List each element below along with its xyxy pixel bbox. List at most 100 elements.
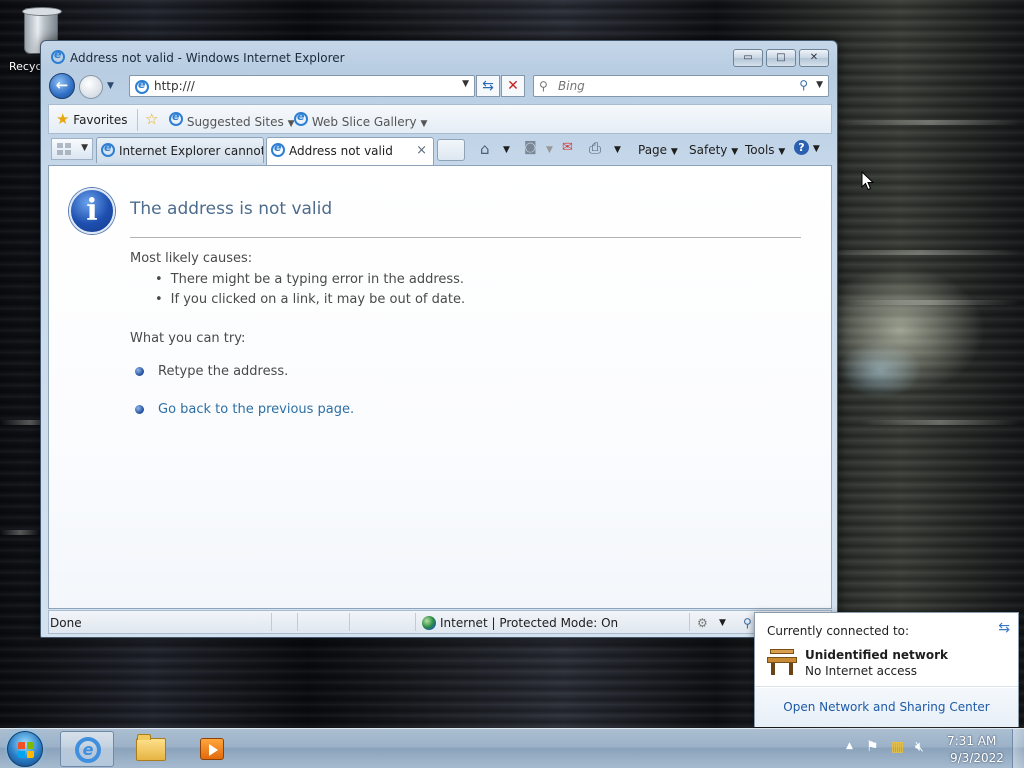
windows-logo-icon <box>18 742 34 758</box>
close-button[interactable]: ✕ <box>799 49 829 67</box>
chevron-down-icon: ▼ <box>81 143 88 153</box>
chevron-down-icon: ▼ <box>731 147 739 157</box>
quick-tabs-button[interactable]: ▼ <box>51 138 93 160</box>
clock-date[interactable]: 9/3/2022 <box>950 751 1004 765</box>
causes-heading: Most likely causes: <box>130 251 253 266</box>
divider <box>689 613 690 631</box>
web-slice-gallery-button[interactable]: Web Slice Gallery ▼ <box>294 110 428 129</box>
divider <box>137 109 138 131</box>
search-box: ⚲ ⚲ ▼ <box>533 75 829 97</box>
page-title: The address is not valid <box>130 199 333 219</box>
taskbar: e ▲ ⚑ ▥ 🔇︎ 7:31 AM 9/3/2022 <box>0 728 1024 768</box>
status-bar: Done Internet | Protected Mode: On ⚙ ▼ ⚲ <box>48 610 832 634</box>
mail-icon[interactable]: ✉ <box>562 140 573 155</box>
connection-heading: Currently connected to: <box>767 624 910 638</box>
home-icon[interactable]: ⌂ <box>480 140 490 158</box>
minimize-icon: ▭ <box>743 52 753 63</box>
page-content: i The address is not valid Most likely c… <box>48 165 832 609</box>
network-status-popup: Currently connected to: ⇆ Unidentified n… <box>754 612 1019 727</box>
causes-list: There might be a typing error in the add… <box>155 272 465 311</box>
search-icon[interactable]: ⚲ <box>799 78 808 92</box>
forward-button[interactable] <box>79 75 103 99</box>
action-center-flag-icon[interactable]: ⚑ <box>866 739 879 755</box>
web-slice-gallery-label: Web Slice Gallery <box>311 115 417 129</box>
wallpaper-streak <box>820 250 1020 255</box>
network-name: Unidentified network <box>805 648 948 662</box>
open-network-sharing-center-link[interactable]: Open Network and Sharing Center <box>755 700 1018 714</box>
page-menu-label: Page <box>638 143 668 157</box>
tab-internet-explorer-cannot[interactable]: Internet Explorer cannot ... <box>96 137 264 163</box>
search-provider-icon: ⚲ <box>539 79 548 93</box>
favorites-button[interactable]: ★ Favorites <box>56 110 128 128</box>
volume-muted-icon[interactable]: 🔇︎ <box>915 739 924 755</box>
divider <box>130 237 801 238</box>
stop-button[interactable]: ✕ <box>501 75 525 97</box>
retype-suggestion: Retype the address. <box>135 364 288 379</box>
back-button[interactable]: ← <box>49 73 75 99</box>
taskbar-windows-explorer[interactable] <box>124 731 178 767</box>
new-tab-button[interactable] <box>437 139 465 161</box>
show-hidden-icons-button[interactable]: ▲ <box>846 741 853 751</box>
tab-label: Internet Explorer cannot ... <box>119 144 264 158</box>
add-to-favorites-bar-button[interactable]: ☆ <box>145 110 158 128</box>
search-input[interactable] <box>558 78 778 94</box>
chevron-down-icon[interactable]: ▼ <box>462 79 469 89</box>
clock-time[interactable]: 7:31 AM <box>947 734 996 748</box>
close-tab-icon[interactable]: × <box>416 143 427 158</box>
quick-tabs-icon <box>57 143 71 156</box>
chevron-down-icon: ▼ <box>420 119 428 129</box>
network-popup-footer: Open Network and Sharing Center <box>755 688 1018 727</box>
ie-icon <box>294 110 308 126</box>
wallpaper-streak <box>0 530 40 535</box>
wallpaper-streak <box>860 420 1020 425</box>
security-zone[interactable]: Internet | Protected Mode: On <box>422 616 618 630</box>
arrow-left-icon: ← <box>55 76 69 94</box>
minimize-button[interactable]: ▭ <box>733 49 763 67</box>
chevron-down-icon[interactable]: ▼ <box>816 80 823 90</box>
tools-menu[interactable]: Tools ▼ <box>745 143 785 157</box>
zoom-icon[interactable]: ⚲ <box>743 616 752 630</box>
go-back-link[interactable]: Go back to the previous page. <box>158 402 354 417</box>
security-icon[interactable]: ⚙ <box>697 616 708 630</box>
refresh-icon[interactable]: ⇆ <box>998 620 1010 636</box>
chevron-down-icon[interactable]: ▼ <box>719 618 726 628</box>
chevron-down-icon: ▼ <box>670 147 678 157</box>
zone-text: Internet | Protected Mode: On <box>440 616 619 630</box>
recent-pages-dropdown[interactable]: ▼ <box>107 81 114 91</box>
divider <box>271 613 272 631</box>
rss-icon[interactable]: ◙ <box>524 140 537 155</box>
printer-icon[interactable]: ⎙ <box>589 139 601 157</box>
maximize-icon: □ <box>776 52 786 63</box>
start-button[interactable] <box>7 731 43 767</box>
bench-icon <box>767 649 797 675</box>
network-popup-body: Currently connected to: ⇆ Unidentified n… <box>755 613 1018 687</box>
ie-window: Address not valid - Windows Internet Exp… <box>40 40 838 638</box>
list-item: If you clicked on a link, it may be out … <box>155 292 465 312</box>
title-bar[interactable]: Address not valid - Windows Internet Exp… <box>41 41 837 75</box>
close-icon: ✕ <box>809 52 819 63</box>
suggested-sites-button[interactable]: Suggested Sites ▼ <box>169 110 294 129</box>
page-menu[interactable]: Page ▼ <box>638 143 678 157</box>
taskbar-internet-explorer[interactable]: e <box>60 731 114 767</box>
info-icon: i <box>69 188 115 234</box>
address-input[interactable] <box>154 78 454 94</box>
tab-address-not-valid[interactable]: Address not valid × <box>266 137 434 165</box>
suggested-sites-label: Suggested Sites <box>186 115 284 129</box>
refresh-button[interactable]: ⇆ <box>476 75 500 97</box>
show-desktop-button[interactable] <box>1012 729 1024 768</box>
list-item: There might be a typing error in the add… <box>155 272 465 292</box>
safety-menu[interactable]: Safety ▼ <box>689 143 738 157</box>
divider <box>297 613 298 631</box>
ie-icon <box>51 48 65 67</box>
help-menu[interactable]: ? ▼ <box>794 140 820 155</box>
window-title: Address not valid - Windows Internet Exp… <box>70 51 345 65</box>
address-bar: ▼ <box>129 75 475 97</box>
chevron-down-icon[interactable]: ▼ <box>614 145 621 155</box>
help-icon: ? <box>794 140 809 155</box>
network-warning-icon[interactable]: ▥ <box>891 739 904 755</box>
taskbar-media-player[interactable] <box>186 731 240 767</box>
maximize-button[interactable]: □ <box>766 49 796 67</box>
chevron-down-icon[interactable]: ▼ <box>546 145 553 155</box>
status-text: Done <box>50 616 82 630</box>
chevron-down-icon[interactable]: ▼ <box>503 145 510 155</box>
